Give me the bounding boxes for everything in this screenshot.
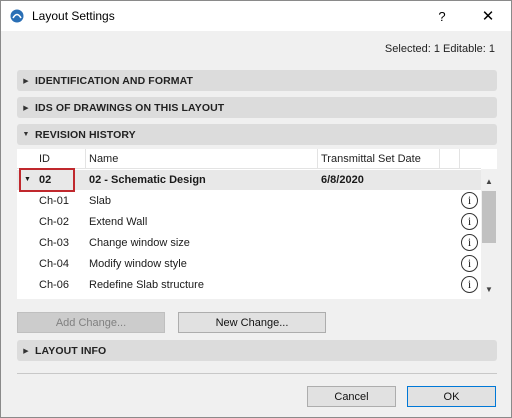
- row-id: Ch-06: [39, 279, 69, 291]
- help-button[interactable]: ?: [419, 1, 465, 31]
- column-divider[interactable]: [317, 149, 318, 169]
- table-row[interactable]: Ch-01 Slab i: [17, 191, 481, 212]
- section-label: REVISION HISTORY: [35, 128, 136, 141]
- new-change-button[interactable]: New Change...: [178, 312, 326, 333]
- info-icon[interactable]: i: [461, 192, 478, 209]
- table-row[interactable]: Ch-04 Modify window style i: [17, 254, 481, 275]
- id-highlight-box: [19, 168, 75, 192]
- column-header-name[interactable]: Name: [89, 153, 118, 165]
- section-identification-and-format[interactable]: ▶ IDENTIFICATION AND FORMAT: [17, 70, 497, 91]
- row-id: Ch-02: [39, 216, 69, 228]
- expand-arrow-icon: ▶: [23, 77, 29, 85]
- column-header-id[interactable]: ID: [39, 153, 50, 165]
- row-name: Redefine Slab structure: [89, 279, 204, 291]
- section-layout-info[interactable]: ▶ LAYOUT INFO: [17, 340, 497, 361]
- vertical-scrollbar[interactable]: ▲ ▼: [481, 169, 497, 299]
- cancel-button[interactable]: Cancel: [307, 386, 396, 407]
- info-icon[interactable]: i: [461, 234, 478, 251]
- row-name: Extend Wall: [89, 216, 148, 228]
- table-row[interactable]: Ch-03 Change window size i: [17, 233, 481, 254]
- row-id: Ch-04: [39, 258, 69, 270]
- table-row[interactable]: Ch-02 Extend Wall i: [17, 212, 481, 233]
- scroll-up-icon[interactable]: ▲: [481, 173, 497, 189]
- expand-arrow-icon: ▶: [23, 347, 29, 355]
- expand-arrow-icon: ▶: [23, 104, 29, 112]
- revision-history-table: ID Name Transmittal Set Date ▼ 02 02 - S…: [17, 149, 497, 299]
- row-id: Ch-03: [39, 237, 69, 249]
- scroll-thumb[interactable]: [482, 191, 496, 243]
- table-header: ID Name Transmittal Set Date: [17, 149, 481, 169]
- close-button[interactable]: ✕: [465, 1, 511, 31]
- selection-info: Selected: 1 Editable: 1: [384, 43, 495, 55]
- row-name: Modify window style: [89, 258, 187, 270]
- section-ids-of-drawings[interactable]: ▶ IDS OF DRAWINGS ON THIS LAYOUT: [17, 97, 497, 118]
- footer-divider: [17, 373, 497, 374]
- column-divider[interactable]: [459, 149, 460, 169]
- window-title: Layout Settings: [32, 9, 115, 23]
- column-header-transmittal-date[interactable]: Transmittal Set Date: [321, 153, 421, 165]
- info-icon[interactable]: i: [461, 213, 478, 230]
- group-date: 6/8/2020: [321, 174, 364, 186]
- table-row[interactable]: Ch-06 Redefine Slab structure i: [17, 275, 481, 296]
- section-label: LAYOUT INFO: [35, 344, 107, 357]
- column-divider[interactable]: [85, 149, 86, 169]
- scroll-down-icon[interactable]: ▼: [481, 281, 497, 297]
- collapse-arrow-icon: ▼: [22, 131, 30, 138]
- section-label: IDS OF DRAWINGS ON THIS LAYOUT: [35, 101, 225, 114]
- row-id: Ch-01: [39, 195, 69, 207]
- group-name: 02 - Schematic Design: [89, 174, 206, 186]
- section-revision-history[interactable]: ▼ REVISION HISTORY: [17, 124, 497, 145]
- layout-settings-dialog: Layout Settings ? ✕ Selected: 1 Editable…: [0, 0, 512, 418]
- add-change-button[interactable]: Add Change...: [17, 312, 165, 333]
- ok-button[interactable]: OK: [407, 386, 496, 407]
- row-name: Slab: [89, 195, 112, 207]
- app-icon: [10, 9, 24, 23]
- column-divider[interactable]: [439, 149, 440, 169]
- row-name: Change window size: [89, 237, 190, 249]
- info-icon[interactable]: i: [461, 276, 478, 293]
- table-group-row[interactable]: ▼ 02 02 - Schematic Design 6/8/2020: [17, 170, 481, 190]
- info-icon[interactable]: i: [461, 255, 478, 272]
- title-bar[interactable]: Layout Settings ? ✕: [1, 1, 511, 31]
- section-label: IDENTIFICATION AND FORMAT: [35, 74, 194, 87]
